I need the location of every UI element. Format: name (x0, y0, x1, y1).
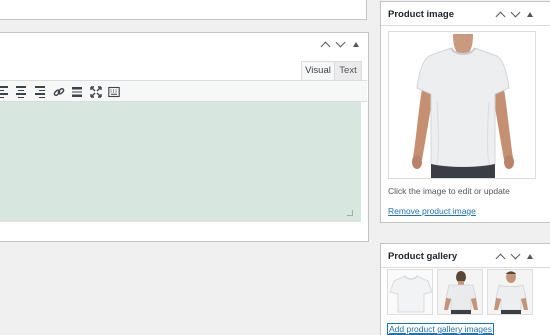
align-right-button[interactable] (32, 84, 48, 100)
product-gallery-move-down-button[interactable] (507, 248, 523, 264)
tab-visual[interactable]: Visual (301, 61, 335, 81)
product-image-postbox: Product image Click the image to edit or… (380, 1, 550, 223)
tshirt-model-front-thumbnail (488, 270, 532, 314)
tshirt-photo (389, 32, 535, 178)
description-editor-postbox: Visual Text (0, 32, 369, 242)
product-image[interactable] (388, 31, 536, 179)
chevron-up-icon (495, 11, 505, 21)
divider (381, 267, 550, 268)
chevron-up-icon (495, 253, 505, 263)
insert-link-button[interactable] (51, 84, 67, 100)
product-image-help-text: Click the image to edit or update (388, 186, 510, 196)
tshirt-model-back-thumbnail (438, 270, 482, 314)
move-down-button[interactable] (332, 36, 348, 52)
product-gallery-toggle-button[interactable] (522, 248, 538, 264)
chevron-down-icon (510, 249, 520, 260)
align-center-button[interactable] (13, 84, 29, 100)
chevron-down-icon (335, 37, 345, 48)
read-more-icon (72, 87, 82, 97)
toolbar-toggle-icon (108, 86, 120, 98)
link-icon (53, 87, 65, 97)
collapse-triangle-icon (353, 41, 359, 47)
gallery-thumbnail[interactable] (437, 269, 483, 315)
toggle-panel-button[interactable] (348, 36, 364, 52)
editor-postbox-header (0, 33, 368, 55)
gallery-thumbnail[interactable] (387, 269, 433, 315)
product-image-move-down-button[interactable] (507, 6, 523, 22)
product-gallery-move-up-button[interactable] (492, 248, 508, 264)
gallery-thumbnail[interactable] (487, 269, 533, 315)
product-image-title: Product image (388, 9, 454, 20)
resize-handle-icon[interactable] (347, 210, 353, 216)
chevron-up-icon (320, 41, 330, 51)
fullscreen-button[interactable] (88, 84, 104, 100)
collapse-triangle-icon (527, 11, 533, 17)
toolbar-toggle-button[interactable] (106, 84, 122, 100)
divider (381, 25, 550, 26)
add-product-gallery-images-link[interactable]: Add product gallery images (387, 323, 495, 335)
editor-toolbar (0, 80, 367, 102)
product-gallery-title: Product gallery (388, 251, 458, 262)
read-more-button[interactable] (69, 84, 85, 100)
product-image-toggle-button[interactable] (522, 6, 538, 22)
align-left-button[interactable] (0, 84, 11, 100)
chevron-down-icon (510, 7, 520, 18)
tshirt-flat-thumbnail (388, 270, 432, 314)
remove-product-image-link[interactable]: Remove product image (388, 206, 476, 216)
product-image-move-up-button[interactable] (492, 6, 508, 22)
top-postbox (0, 0, 367, 20)
tab-text[interactable]: Text (334, 61, 362, 81)
editor-content-area[interactable] (0, 102, 361, 222)
product-gallery-postbox: Product gallery Add product gallery imag… (380, 243, 550, 335)
collapse-triangle-icon (527, 253, 533, 259)
move-up-button[interactable] (317, 36, 333, 52)
fullscreen-icon (90, 86, 102, 98)
